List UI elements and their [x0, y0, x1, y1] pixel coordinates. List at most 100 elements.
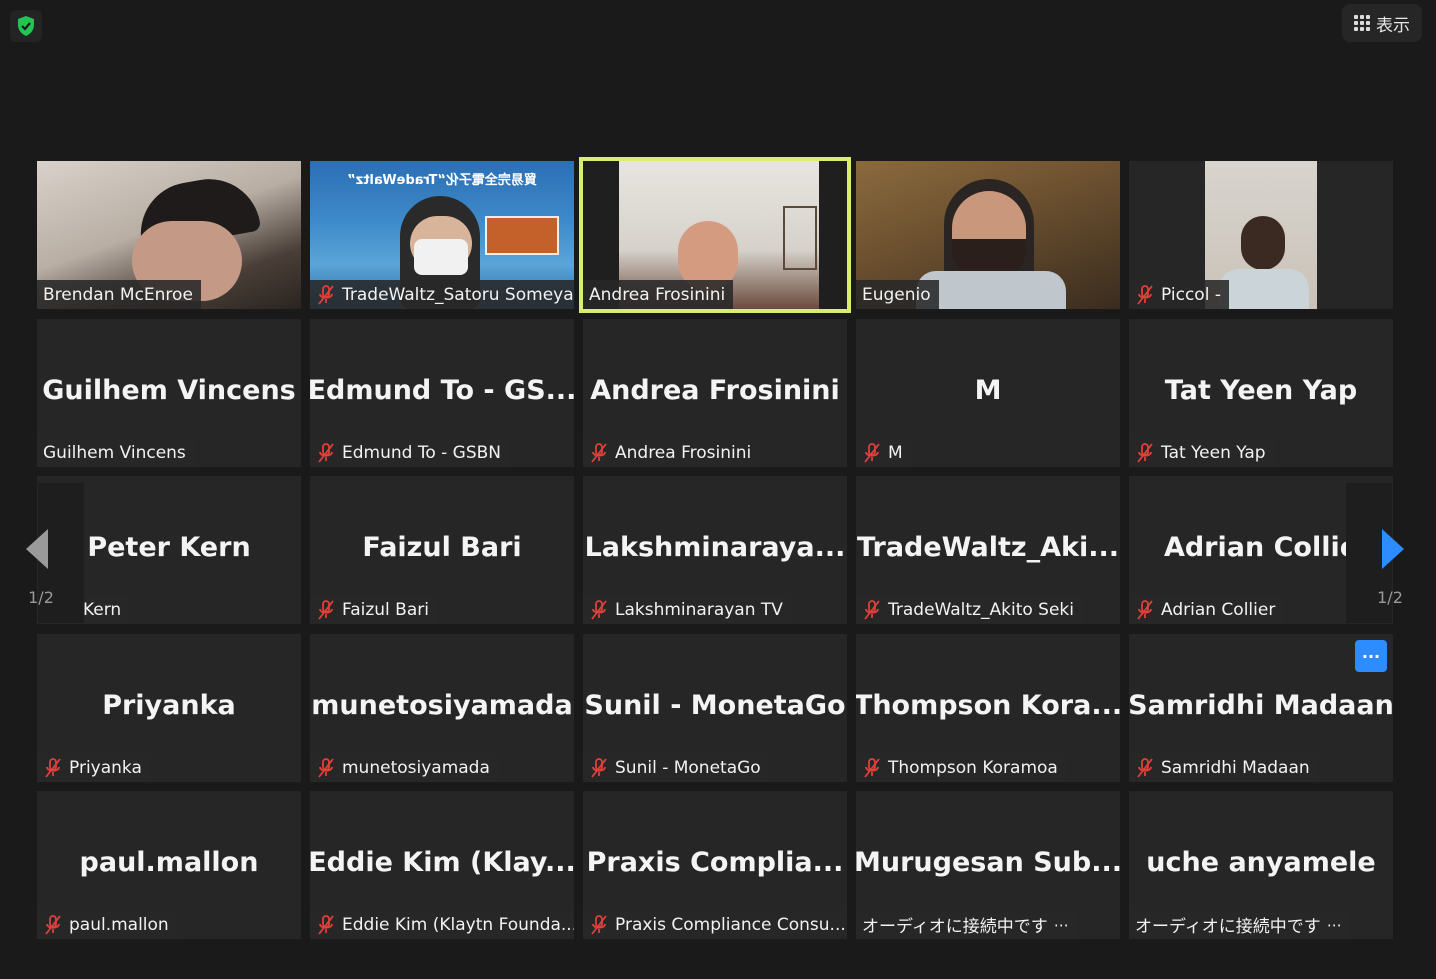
participant-tile[interactable]: Piccol - — [1129, 161, 1393, 309]
muted-mic-icon — [43, 757, 63, 779]
muted-mic-icon — [862, 757, 882, 779]
participant-name-label: Brendan McEnroe — [37, 280, 201, 309]
muted-mic-icon — [862, 599, 882, 621]
participant-name-label: Tat Yeen Yap — [1129, 438, 1274, 467]
participant-tile[interactable]: Murugesan Sub... オーディオに接続中です ⋯ — [856, 791, 1120, 939]
participant-name-label: オーディオに接続中です ⋯ — [856, 910, 1077, 939]
participant-name-label: オーディオに接続中です ⋯ — [1129, 910, 1350, 939]
participant-tile[interactable]: Thompson Kora... Thompson Koramoa — [856, 634, 1120, 782]
participant-name-text: Thompson Koramoa — [888, 757, 1058, 778]
participant-tile[interactable]: Sunil - MonetaGo Sunil - MonetaGo — [583, 634, 847, 782]
participant-name-text: TradeWaltz_Akito Seki — [888, 599, 1074, 620]
muted-mic-icon — [316, 599, 336, 621]
participant-tile[interactable]: Faizul Bari Faizul Bari — [310, 476, 574, 624]
participant-name-text: Brendan McEnroe — [43, 284, 193, 305]
connecting-dots-icon: ⋯ — [1326, 915, 1342, 934]
participant-name-label: Edmund To - GSBN — [310, 438, 510, 467]
participant-name-label: TradeWaltz_Akito Seki — [856, 595, 1082, 624]
security-shield-icon[interactable] — [10, 10, 42, 42]
participant-tile-active-speaker[interactable]: Andrea Frosinini — [579, 157, 851, 313]
participant-name-text: M — [888, 442, 903, 463]
participant-name-text: Andrea Frosinini — [589, 284, 726, 305]
next-page-button[interactable]: 1/2 — [1346, 483, 1404, 623]
participant-name-text: オーディオに接続中です — [862, 917, 1048, 937]
participant-name-label: Eddie Kim (Klaytn Founda... — [310, 910, 574, 939]
participant-name-text: Faizul Bari — [342, 599, 429, 620]
muted-mic-icon — [316, 284, 336, 306]
participant-tile[interactable]: Samridhi Madaan Samridhi Madaan ··· — [1129, 634, 1393, 782]
muted-mic-icon — [43, 914, 63, 936]
page-indicator-left: 1/2 — [28, 588, 54, 607]
participant-name-label: munetosiyamada — [310, 753, 498, 782]
muted-mic-icon — [589, 599, 609, 621]
participant-name-label: Eugenio — [856, 280, 939, 309]
participant-tile[interactable]: Eugenio — [856, 161, 1120, 309]
participant-name-label: Adrian Collier — [1129, 595, 1284, 624]
participant-name-text: TradeWaltz_Satoru Someya — [342, 284, 574, 305]
arrow-left-icon — [26, 529, 48, 569]
previous-page-button[interactable]: 1/2 — [26, 483, 84, 623]
page-indicator-right: 1/2 — [1377, 588, 1403, 607]
participant-tile[interactable]: TradeWaltz_Aki... TradeWaltz_Akito Seki — [856, 476, 1120, 624]
participant-name-text: Samridhi Madaan — [1161, 757, 1310, 778]
participant-tile[interactable]: Brendan McEnroe — [37, 161, 301, 309]
participant-tile[interactable]: uche anyamele オーディオに接続中です ⋯ — [1129, 791, 1393, 939]
connecting-dots-icon: ⋯ — [1053, 915, 1069, 934]
more-options-icon: ··· — [1361, 646, 1381, 666]
participant-tile[interactable]: Priyanka Priyanka — [37, 634, 301, 782]
view-button-label: 表示 — [1376, 15, 1410, 36]
participant-tile[interactable]: Eddie Kim (Klay... Eddie Kim (Klaytn Foun… — [310, 791, 574, 939]
participant-name-label: Thompson Koramoa — [856, 753, 1066, 782]
video-banner-text: 貿易完全電子化“TradeWaltz” — [347, 173, 537, 188]
participant-tile[interactable]: Lakshminaraya... Lakshminarayan TV — [583, 476, 847, 624]
muted-mic-icon — [589, 442, 609, 464]
participant-name-text: Priyanka — [69, 757, 142, 778]
participant-name-text: Adrian Collier — [1161, 599, 1276, 620]
participant-tile[interactable]: 貿易完全電子化“TradeWaltz” TradeWaltz_Satoru Som… — [310, 161, 574, 309]
view-button[interactable]: 表示 — [1342, 4, 1422, 42]
participant-name-text: Edmund To - GSBN — [342, 442, 502, 463]
participant-name-text: Eugenio — [862, 284, 931, 305]
participant-name-label: paul.mallon — [37, 910, 177, 939]
arrow-right-icon — [1382, 529, 1404, 569]
muted-mic-icon — [1135, 599, 1155, 621]
more-options-button[interactable]: ··· — [1355, 640, 1387, 672]
participant-name-label: M — [856, 438, 911, 467]
participant-name-label: Andrea Frosinini — [583, 280, 734, 309]
muted-mic-icon — [316, 914, 336, 936]
participant-name-text: Sunil - MonetaGo — [615, 757, 761, 778]
participant-name-label: TradeWaltz_Satoru Someya — [310, 280, 574, 309]
participant-tile[interactable]: MM — [856, 319, 1120, 467]
muted-mic-icon — [1135, 757, 1155, 779]
participant-name-text: munetosiyamada — [342, 757, 490, 778]
participant-name-label: Faizul Bari — [310, 595, 437, 624]
participant-tile[interactable]: munetosiyamada munetosiyamada — [310, 634, 574, 782]
participant-name-text: Praxis Compliance Consu... — [615, 914, 846, 935]
participant-name-label: Priyanka — [37, 753, 150, 782]
participant-name-label: Piccol - — [1129, 280, 1229, 309]
participant-name-text: paul.mallon — [69, 914, 169, 935]
participant-name-text: Eddie Kim (Klaytn Founda... — [342, 914, 574, 935]
participant-name-text: Lakshminarayan TV — [615, 599, 783, 620]
muted-mic-icon — [1135, 442, 1155, 464]
participant-tile[interactable]: Praxis Complia... Praxis Compliance Consu… — [583, 791, 847, 939]
muted-mic-icon — [862, 442, 882, 464]
participant-tile[interactable]: Guilhem Vincens Guilhem Vincens — [37, 319, 301, 467]
participant-name-label: Andrea Frosinini — [583, 438, 760, 467]
participant-name-text: Andrea Frosinini — [615, 442, 752, 463]
muted-mic-icon — [316, 757, 336, 779]
participant-tile[interactable]: Edmund To - GS... Edmund To - GSBN — [310, 319, 574, 467]
muted-mic-icon — [589, 757, 609, 779]
participant-name-label: Lakshminarayan TV — [583, 595, 791, 624]
participant-name-text: Guilhem Vincens — [43, 442, 186, 463]
participant-name-label: Praxis Compliance Consu... — [583, 910, 847, 939]
muted-mic-icon — [1135, 284, 1155, 306]
participant-tile[interactable]: Andrea Frosinini Andrea Frosinini — [583, 319, 847, 467]
participant-name-label: Guilhem Vincens — [37, 438, 194, 467]
participant-name-label: Samridhi Madaan — [1129, 753, 1318, 782]
participant-name-text: オーディオに接続中です — [1135, 917, 1321, 937]
participant-tile[interactable]: paul.mallon paul.mallon — [37, 791, 301, 939]
participant-tile[interactable]: Tat Yeen Yap Tat Yeen Yap — [1129, 319, 1393, 467]
muted-mic-icon — [316, 442, 336, 464]
muted-mic-icon — [589, 914, 609, 936]
